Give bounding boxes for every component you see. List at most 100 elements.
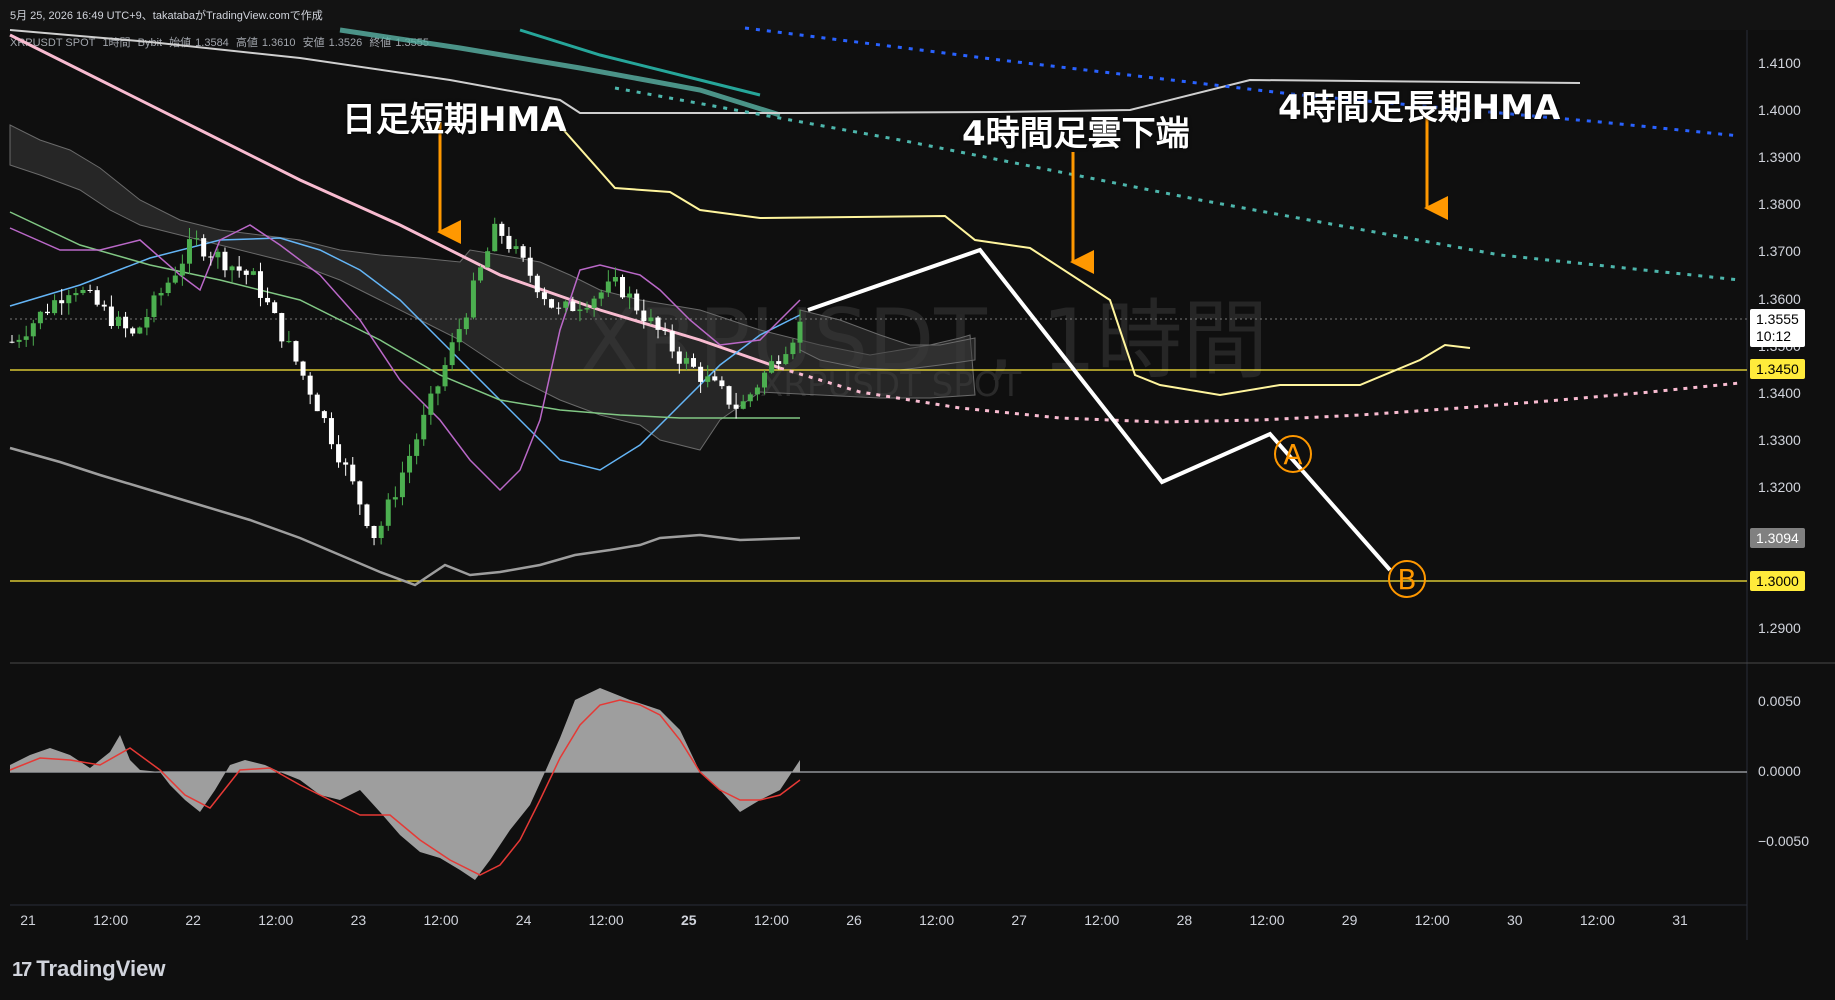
candle-body: [80, 289, 86, 294]
current-price-label: 1.3555 10:12: [1750, 309, 1805, 347]
candle-body: [612, 277, 618, 282]
time-tick: 12:00: [1414, 912, 1450, 928]
candle-body: [101, 304, 107, 307]
candle-body: [641, 310, 647, 322]
candle-body: [87, 289, 93, 291]
candle-body: [584, 308, 590, 310]
annotation-h4-cloud-bottom: 4時間足雲下端: [962, 114, 1190, 154]
candle-body: [151, 295, 157, 318]
candle-body: [783, 354, 789, 364]
ichimoku-cloud: [9, 124, 976, 451]
candle-body: [257, 271, 263, 298]
bar-countdown: 10:12: [1756, 328, 1792, 344]
candle-body: [179, 263, 185, 276]
osc-histogram: [10, 688, 800, 880]
candle-body: [314, 394, 320, 412]
level-label-1-3000: 1.3000: [1750, 571, 1805, 591]
candle-body: [492, 223, 498, 252]
candle-body: [115, 316, 121, 326]
candle-body: [705, 376, 711, 382]
candle-body: [300, 361, 306, 376]
price-tick: 1.3400: [1758, 384, 1801, 401]
candle-body: [762, 372, 768, 388]
candle-body: [385, 499, 391, 526]
candle-body: [620, 277, 626, 298]
time-tick: 12:00: [588, 912, 624, 928]
price-tick: 1.3900: [1758, 149, 1801, 166]
time-tick: 12:00: [258, 912, 294, 928]
candle-body: [137, 327, 143, 334]
candle-body: [726, 386, 732, 405]
candle-body: [691, 358, 697, 367]
time-tick: 12:00: [93, 912, 129, 928]
candle-body: [9, 341, 15, 343]
candle-body: [747, 394, 753, 402]
candle-body: [123, 316, 129, 329]
candle-body: [669, 331, 675, 352]
candle-body: [265, 297, 271, 303]
candle-body: [769, 361, 775, 373]
candle-body: [23, 336, 29, 340]
lower-band-gray: [9, 446, 801, 587]
candle-body: [577, 309, 583, 312]
candle-body: [414, 439, 420, 456]
candle-body: [712, 376, 718, 381]
candle-body: [399, 472, 405, 498]
candle-body: [73, 293, 79, 296]
candle-body: [648, 317, 654, 322]
time-tick: 26: [846, 912, 862, 928]
candle-body: [478, 267, 484, 281]
candle-body: [108, 306, 114, 326]
candle-body: [44, 311, 50, 314]
candle-body: [605, 281, 611, 293]
time-tick: 12:00: [753, 912, 789, 928]
time-tick: 22: [185, 912, 201, 928]
candle-body: [30, 323, 36, 337]
candle-body: [186, 239, 192, 264]
time-tick: 23: [350, 912, 367, 928]
time-tick: 24: [515, 912, 532, 928]
time-tick: 12:00: [1249, 912, 1285, 928]
candle-body: [790, 342, 796, 355]
price-chart[interactable]: A B: [0, 0, 1835, 1000]
current-price-value: 1.3555: [1756, 311, 1799, 327]
candle-body: [343, 462, 349, 465]
candle-body: [272, 302, 278, 314]
time-tick: 12:00: [1579, 912, 1615, 928]
candle-body: [740, 401, 746, 409]
time-tick: 28: [1176, 912, 1193, 928]
candle-body: [279, 313, 285, 342]
candle-body: [421, 414, 427, 440]
candle-body: [52, 300, 58, 314]
oscillator-tick: 0.0000: [1758, 763, 1801, 779]
candle-body: [16, 339, 22, 342]
price-tick: 1.3300: [1758, 431, 1801, 448]
price-tick: 1.3200: [1758, 478, 1801, 495]
candle-body: [662, 329, 668, 332]
time-tick: 31: [1672, 912, 1688, 928]
candle-body: [222, 251, 228, 271]
annotation-h4-long-hma: 4時間足長期HMA: [1278, 88, 1561, 128]
candle-body: [570, 301, 576, 312]
price-tick: 1.2900: [1758, 620, 1801, 637]
candle-body: [94, 290, 100, 305]
oscillator-pane: [9, 688, 1747, 880]
candle-body: [293, 341, 299, 362]
candle-body: [776, 361, 782, 364]
candle-body: [66, 295, 72, 304]
candle-body: [549, 299, 555, 308]
time-tick: 30: [1507, 912, 1523, 928]
level-label-gray: 1.3094: [1750, 528, 1805, 548]
candle-body: [208, 256, 214, 258]
time-tick: 21: [20, 912, 36, 928]
candle-body: [442, 365, 448, 387]
brand-name: TradingView: [36, 956, 166, 981]
time-tick: 12:00: [1084, 912, 1120, 928]
candle-body: [428, 393, 434, 415]
candle-body: [201, 238, 207, 257]
oscillator-tick: −0.0050: [1758, 833, 1809, 849]
tradingview-brand[interactable]: 17 TradingView: [12, 956, 165, 982]
time-tick: 25: [681, 912, 697, 928]
candle-body: [627, 293, 633, 298]
candle-body: [634, 293, 640, 311]
